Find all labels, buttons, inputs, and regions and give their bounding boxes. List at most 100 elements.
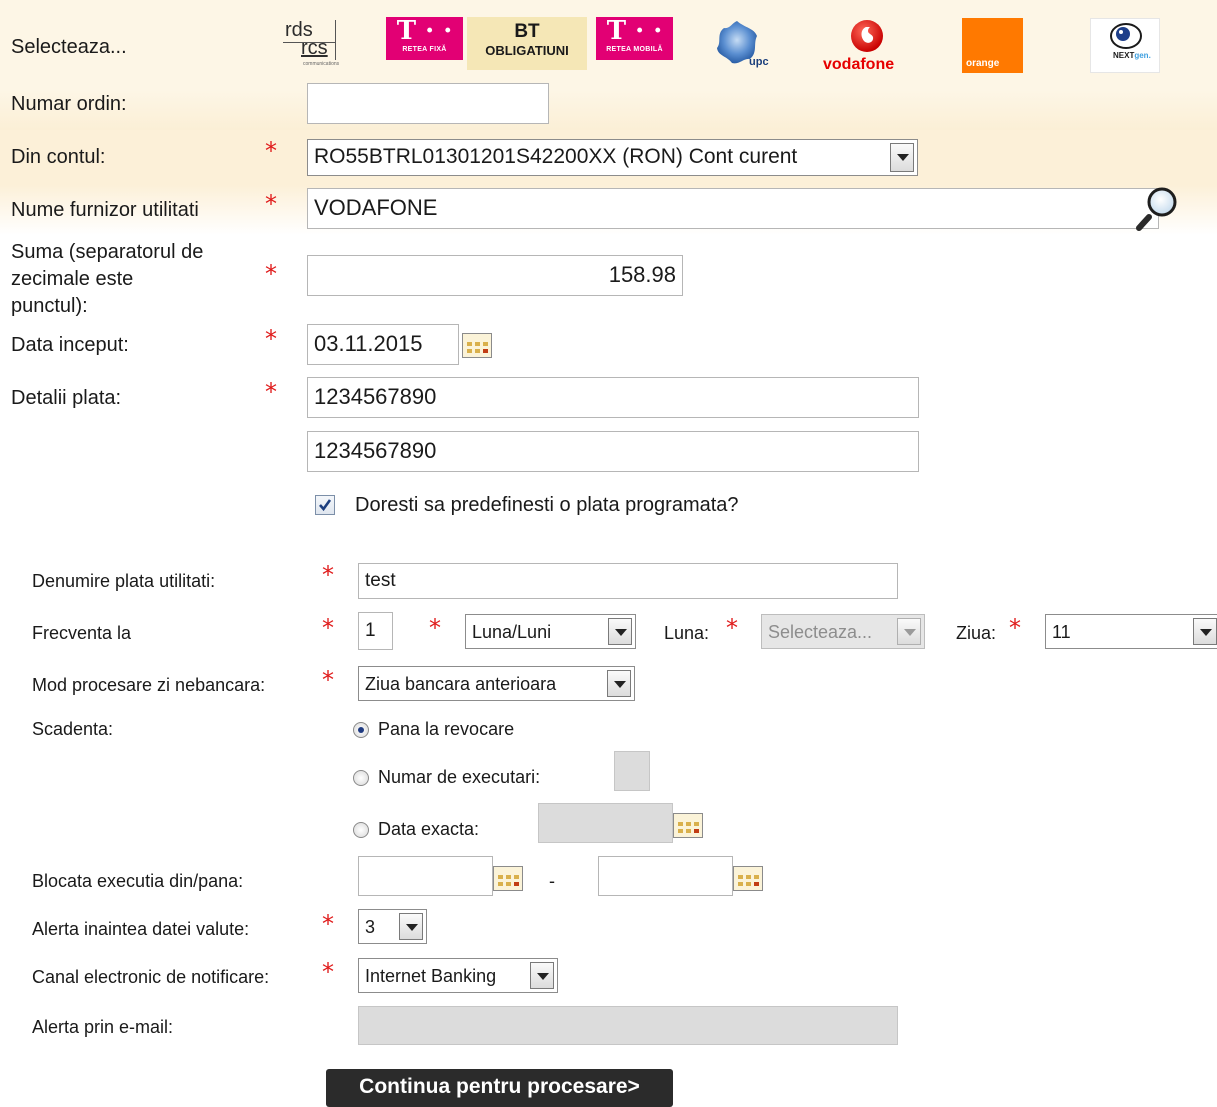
required-star: *: [265, 378, 277, 406]
blocked-from-input[interactable]: [358, 856, 493, 896]
predefine-checkbox[interactable]: [315, 495, 335, 515]
payment-details-input-1[interactable]: 1234567890: [307, 377, 919, 418]
exact-date-input[interactable]: [538, 803, 673, 843]
telekom-fixed-logo[interactable]: T · · RETEA FIXĂ: [386, 17, 463, 60]
processing-mode-select[interactable]: Ziua bancara anterioara: [358, 666, 635, 701]
continue-button[interactable]: Continua pentru procesare>: [326, 1069, 673, 1107]
upc-logo[interactable]: upc: [712, 18, 782, 74]
required-star: *: [265, 260, 277, 288]
rds-rcs-logo[interactable]: rds rcs communications: [283, 16, 355, 76]
amount-input[interactable]: 158.98: [307, 255, 683, 296]
bt-logo-text: BT: [514, 21, 540, 42]
alert-before-value: 3: [365, 917, 376, 937]
calendar-icon[interactable]: [462, 331, 492, 358]
required-star: *: [322, 614, 334, 642]
schedule-name-label: Denumire plata utilitati:: [32, 571, 216, 591]
chevron-down-icon: [530, 962, 554, 989]
radio-exact-date[interactable]: [353, 822, 369, 838]
frequency-label: Frecventa la: [32, 623, 132, 643]
chevron-down-icon: [897, 618, 921, 645]
required-star: *: [429, 614, 441, 642]
blocked-to-input[interactable]: [598, 856, 733, 896]
chevron-down-icon: [1193, 618, 1217, 645]
nextgen-eye-icon: [1110, 23, 1142, 49]
required-star: *: [1009, 614, 1021, 642]
frequency-count-input[interactable]: 1: [358, 612, 393, 650]
vodafone-logo[interactable]: vodafone: [820, 18, 915, 76]
orange-logo-text: orange: [966, 58, 1000, 69]
day-select[interactable]: 11: [1045, 614, 1217, 649]
processing-mode-label: Mod procesare zi nebancara:: [32, 675, 266, 695]
bt-logo-subtext: OBLIGATIUNI: [485, 43, 569, 58]
chevron-down-icon: [607, 670, 631, 697]
account-select-value: RO55BTRL01301201S42200XX (RON) Cont cure…: [314, 145, 798, 168]
schedule-name-input[interactable]: test: [358, 563, 898, 599]
blocked-execution-label: Blocata executia din/pana:: [32, 871, 244, 891]
notification-channel-label: Canal electronic de notificare:: [32, 967, 270, 987]
required-star: *: [322, 666, 334, 694]
telekom-mobile-logo[interactable]: T · · RETEA MOBILĂ: [596, 17, 673, 60]
start-date-input[interactable]: 03.11.2015: [307, 324, 459, 365]
amount-label-line3: punctul):: [11, 295, 88, 317]
frequency-unit-value: Luna/Luni: [472, 622, 552, 642]
chevron-down-icon: [890, 143, 914, 172]
chevron-down-icon: [608, 618, 632, 645]
calendar-icon[interactable]: [673, 811, 703, 838]
due-option-exact-date: Data exacta:: [378, 819, 480, 839]
amount-label-line2: zecimale este: [11, 268, 134, 290]
upc-logo-text: upc: [749, 56, 769, 68]
amount-label-line1: Suma (separatorul de: [11, 241, 204, 263]
alert-before-select[interactable]: 3: [358, 909, 427, 944]
order-number-input[interactable]: [307, 83, 549, 124]
chevron-down-icon: [399, 913, 423, 940]
predefine-label: Doresti sa predefinesti o plata programa…: [355, 494, 739, 516]
telekom-t-icon: T · ·: [396, 16, 453, 46]
payment-details-input-2[interactable]: 1234567890: [307, 431, 919, 472]
checkmark-icon: [319, 499, 332, 512]
rds-logo-line: [335, 20, 336, 60]
search-icon[interactable]: [1135, 183, 1183, 233]
select-provider-label: Selecteaza...: [11, 36, 127, 58]
email-alert-input[interactable]: [358, 1006, 898, 1045]
payment-details-label: Detalii plata:: [11, 387, 122, 409]
account-select[interactable]: RO55BTRL01301201S42200XX (RON) Cont cure…: [307, 139, 918, 176]
notification-channel-value: Internet Banking: [365, 966, 497, 986]
executions-count-input[interactable]: [614, 751, 650, 791]
calendar-icon[interactable]: [493, 864, 523, 891]
notification-channel-select[interactable]: Internet Banking: [358, 958, 558, 993]
required-star: *: [265, 325, 277, 353]
processing-mode-value: Ziua bancara anterioara: [365, 674, 557, 694]
due-label: Scadenta:: [32, 719, 114, 739]
required-star: *: [726, 614, 738, 642]
rds-logo-line: [283, 42, 335, 43]
day-select-value: 11: [1052, 622, 1071, 642]
month-select-value: Selecteaza...: [768, 622, 873, 642]
start-date-label: Data inceput:: [11, 334, 129, 356]
rcs-logo-text: rcs: [301, 37, 328, 59]
due-option-until-revoked: Pana la revocare: [378, 719, 515, 739]
telekom-mobile-subtext: RETEA MOBILĂ: [606, 46, 663, 53]
nextgen-logo[interactable]: NEXTgen.: [1090, 18, 1160, 73]
calendar-icon[interactable]: [733, 864, 763, 891]
required-star: *: [322, 561, 334, 589]
radio-until-revoked[interactable]: [353, 722, 369, 738]
required-star: *: [322, 910, 334, 938]
telekom-t-icon: T · ·: [606, 16, 663, 46]
provider-input[interactable]: VODAFONE: [307, 188, 1159, 229]
provider-label: Nume furnizor utilitati: [11, 199, 199, 221]
vodafone-logo-text: vodafone: [823, 56, 895, 73]
frequency-unit-select[interactable]: Luna/Luni: [465, 614, 636, 649]
orange-logo[interactable]: orange: [962, 18, 1023, 73]
date-range-separator: -: [549, 871, 555, 891]
vodafone-speechmark-icon: [851, 20, 883, 52]
required-star: *: [265, 190, 277, 218]
month-select[interactable]: Selecteaza...: [761, 614, 925, 649]
required-star: *: [322, 958, 334, 986]
due-option-executions-count: Numar de executari:: [378, 767, 541, 787]
account-label: Din contul:: [11, 146, 106, 168]
telekom-fixed-subtext: RETEA FIXĂ: [402, 46, 447, 53]
radio-executions-count[interactable]: [353, 770, 369, 786]
email-alert-label: Alerta prin e-mail:: [32, 1017, 174, 1037]
bt-obligatiuni-logo[interactable]: BT OBLIGATIUNI: [467, 17, 587, 70]
order-number-label: Numar ordin:: [11, 93, 127, 115]
